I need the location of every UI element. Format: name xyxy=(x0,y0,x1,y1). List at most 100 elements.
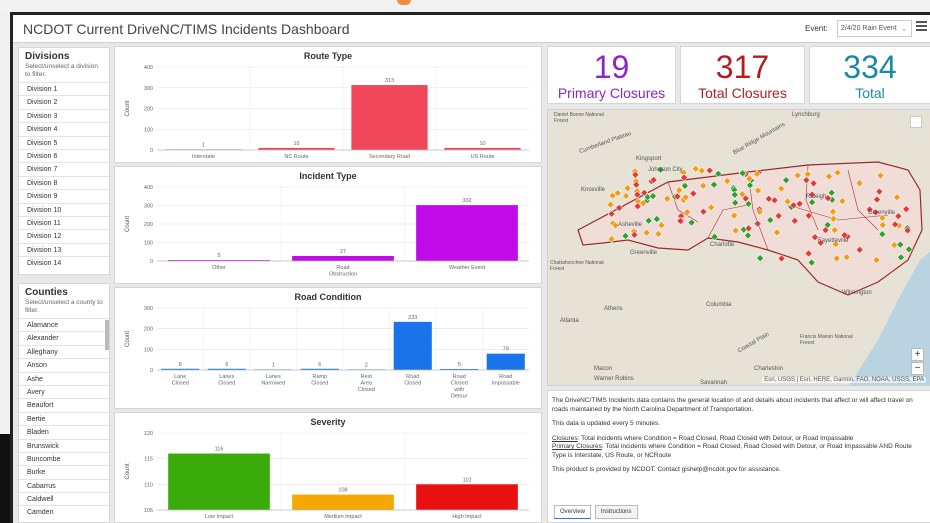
dashboard-header: NCDOT Current DriveNC/TIMS Incidents Das… xyxy=(13,15,930,43)
kpi-primary-closures: 19 Primary Closures xyxy=(547,46,676,104)
county-item-ashe[interactable]: Ashe xyxy=(19,371,109,385)
y-tick-label: 115 xyxy=(144,457,153,463)
x-tick-label: Road Closed with Detour xyxy=(451,374,468,400)
map-label-atlanta: Atlanta xyxy=(560,318,579,324)
data-label: 110 xyxy=(463,477,472,483)
kpi-total-label: Total xyxy=(855,85,885,101)
info-definitions: Closures: Total incidents where Conditio… xyxy=(552,435,926,461)
y-tick-label: 100 xyxy=(144,241,153,247)
counties-panel: Counties Select/unselect a county to fil… xyxy=(18,283,110,523)
counties-scrollbar[interactable] xyxy=(105,320,109,350)
bar-low-impact[interactable] xyxy=(168,453,270,510)
county-item-cabarrus[interactable]: Cabarrus xyxy=(19,478,109,492)
x-tick-label: Lanes Narrowed xyxy=(261,374,285,387)
county-item-anson[interactable]: Anson xyxy=(19,358,109,371)
incidents-map[interactable]: Lynchburg Kingsport Johnson City Knoxvil… xyxy=(547,109,930,386)
map-label-daniel-boone-nf: Daniel Boone National Forest xyxy=(554,112,604,124)
y-tick-label: 100 xyxy=(144,127,153,133)
division-item-division-8[interactable]: Division 8 xyxy=(19,175,109,189)
map-label-warner-robins: Warner Robins xyxy=(594,376,634,382)
data-label: 5 xyxy=(458,362,461,368)
bar-road-closed[interactable] xyxy=(393,321,432,370)
division-item-division-5[interactable]: Division 5 xyxy=(19,135,109,149)
hamburger-menu-icon[interactable] xyxy=(916,21,927,31)
zoom-in-button[interactable]: + xyxy=(911,348,924,361)
bar-road-impassable[interactable] xyxy=(486,353,525,370)
event-label: Event: xyxy=(805,24,828,33)
division-item-division-2[interactable]: Division 2 xyxy=(19,95,109,108)
event-selector[interactable]: 2/4/20 Rain Event ⌄ xyxy=(837,20,912,37)
tab-overview[interactable]: Overview xyxy=(554,504,592,519)
county-item-avery[interactable]: Avery xyxy=(19,384,109,398)
x-tick-label: US Route xyxy=(471,154,495,160)
info-tabs: Overview Instructions xyxy=(554,504,640,519)
tab-instructions[interactable]: Instructions xyxy=(594,504,638,519)
division-item-division-6[interactable]: Division 6 xyxy=(19,148,109,162)
y-tick-label: 400 xyxy=(144,65,153,71)
division-item-division-7[interactable]: Division 7 xyxy=(19,162,109,175)
info-contact: This product is provided by NCDOT. Conta… xyxy=(552,466,781,473)
y-tick-label: 400 xyxy=(144,185,153,191)
bar-road-obstruction[interactable] xyxy=(292,256,394,261)
y-tick-label: 100 xyxy=(144,347,153,353)
county-item-alleghany[interactable]: Alleghany xyxy=(19,344,109,358)
y-axis-label: Count xyxy=(125,100,131,116)
background-window-edge xyxy=(0,12,10,442)
county-item-brunswick[interactable]: Brunswick xyxy=(19,438,109,452)
divisions-subtitle: Select/unselect a division to filter. xyxy=(25,63,98,78)
division-item-division-14[interactable]: Division 14 xyxy=(19,256,109,269)
bar-weather-event[interactable] xyxy=(416,205,518,261)
x-tick-label: Weather Event xyxy=(449,265,486,271)
page-title: NCDOT Current DriveNC/TIMS Incidents Das… xyxy=(23,21,350,37)
map-label-savannah: Savannah xyxy=(700,380,728,386)
map-label-charleston: Charleston xyxy=(754,366,784,372)
divisions-title: Divisions xyxy=(25,51,70,62)
x-tick-label: Low Impact xyxy=(205,514,234,520)
x-tick-label: Secondary Road xyxy=(369,154,410,160)
closures-term: Closures xyxy=(552,434,578,442)
info-description: The DriveNC/TIMS Incidents data contains… xyxy=(552,397,913,413)
map-label-raleigh: Raleigh xyxy=(806,194,827,200)
division-item-division-9[interactable]: Division 9 xyxy=(19,189,109,202)
division-item-division-13[interactable]: Division 13 xyxy=(19,242,109,256)
data-label: 108 xyxy=(338,488,347,494)
divisions-list: Division 1 Division 2 Division 3 Division 4… xyxy=(19,82,109,269)
bar-medium-impact[interactable] xyxy=(292,494,394,510)
bar-secondary-road[interactable] xyxy=(351,85,428,150)
data-label: 5 xyxy=(217,253,220,259)
division-item-division-12[interactable]: Division 12 xyxy=(19,229,109,242)
division-item-division-11[interactable]: Division 11 xyxy=(19,215,109,229)
county-item-beaufort[interactable]: Beaufort xyxy=(19,398,109,411)
county-item-alamance[interactable]: Alamance xyxy=(19,318,109,331)
dashboard: NCDOT Current DriveNC/TIMS Incidents Das… xyxy=(10,12,930,523)
map-label-francis-marion-nf: Francis Marion National Forest xyxy=(800,334,853,346)
map-label-macon: Macon xyxy=(594,366,613,372)
kpi-primary-value: 19 xyxy=(593,49,630,85)
division-item-division-3[interactable]: Division 3 xyxy=(19,108,109,122)
division-item-division-1[interactable]: Division 1 xyxy=(19,82,109,95)
route-type-svg: Count 0 100 200 300 400 1 Interstate 10 NC Route 3… xyxy=(125,65,529,160)
data-label: 1 xyxy=(272,362,275,368)
kpi-total-value: 334 xyxy=(843,49,897,85)
county-item-buncombe[interactable]: Buncombe xyxy=(19,451,109,465)
data-label: 79 xyxy=(503,347,509,353)
division-item-division-4[interactable]: Division 4 xyxy=(19,122,109,135)
y-tick-label: 0 xyxy=(150,259,153,265)
map-layer-list-icon[interactable] xyxy=(910,116,922,128)
counties-title: Counties xyxy=(25,287,68,298)
info-panel: The DriveNC/TIMS Incidents data contains… xyxy=(547,390,930,523)
zoom-out-button[interactable]: − xyxy=(911,362,924,375)
county-item-burke[interactable]: Burke xyxy=(19,465,109,478)
county-item-camden[interactable]: Camden xyxy=(19,505,109,518)
data-label: 6 xyxy=(318,362,321,368)
county-item-caldwell[interactable]: Caldwell xyxy=(19,492,109,505)
county-item-bladen[interactable]: Bladen xyxy=(19,425,109,438)
incident-type-chart: Incident Type Count 0 100 200 300 400 5 Other 27… xyxy=(114,166,542,284)
division-item-division-10[interactable]: Division 10 xyxy=(19,202,109,216)
county-item-bertie[interactable]: Bertie xyxy=(19,411,109,425)
county-item-alexander[interactable]: Alexander xyxy=(19,331,109,344)
background-window-strip xyxy=(0,0,930,12)
background-app-logo xyxy=(397,0,411,5)
bar-high-impact[interactable] xyxy=(416,484,518,510)
info-update-frequency: This data is updated every 5 minutes. xyxy=(552,420,661,427)
